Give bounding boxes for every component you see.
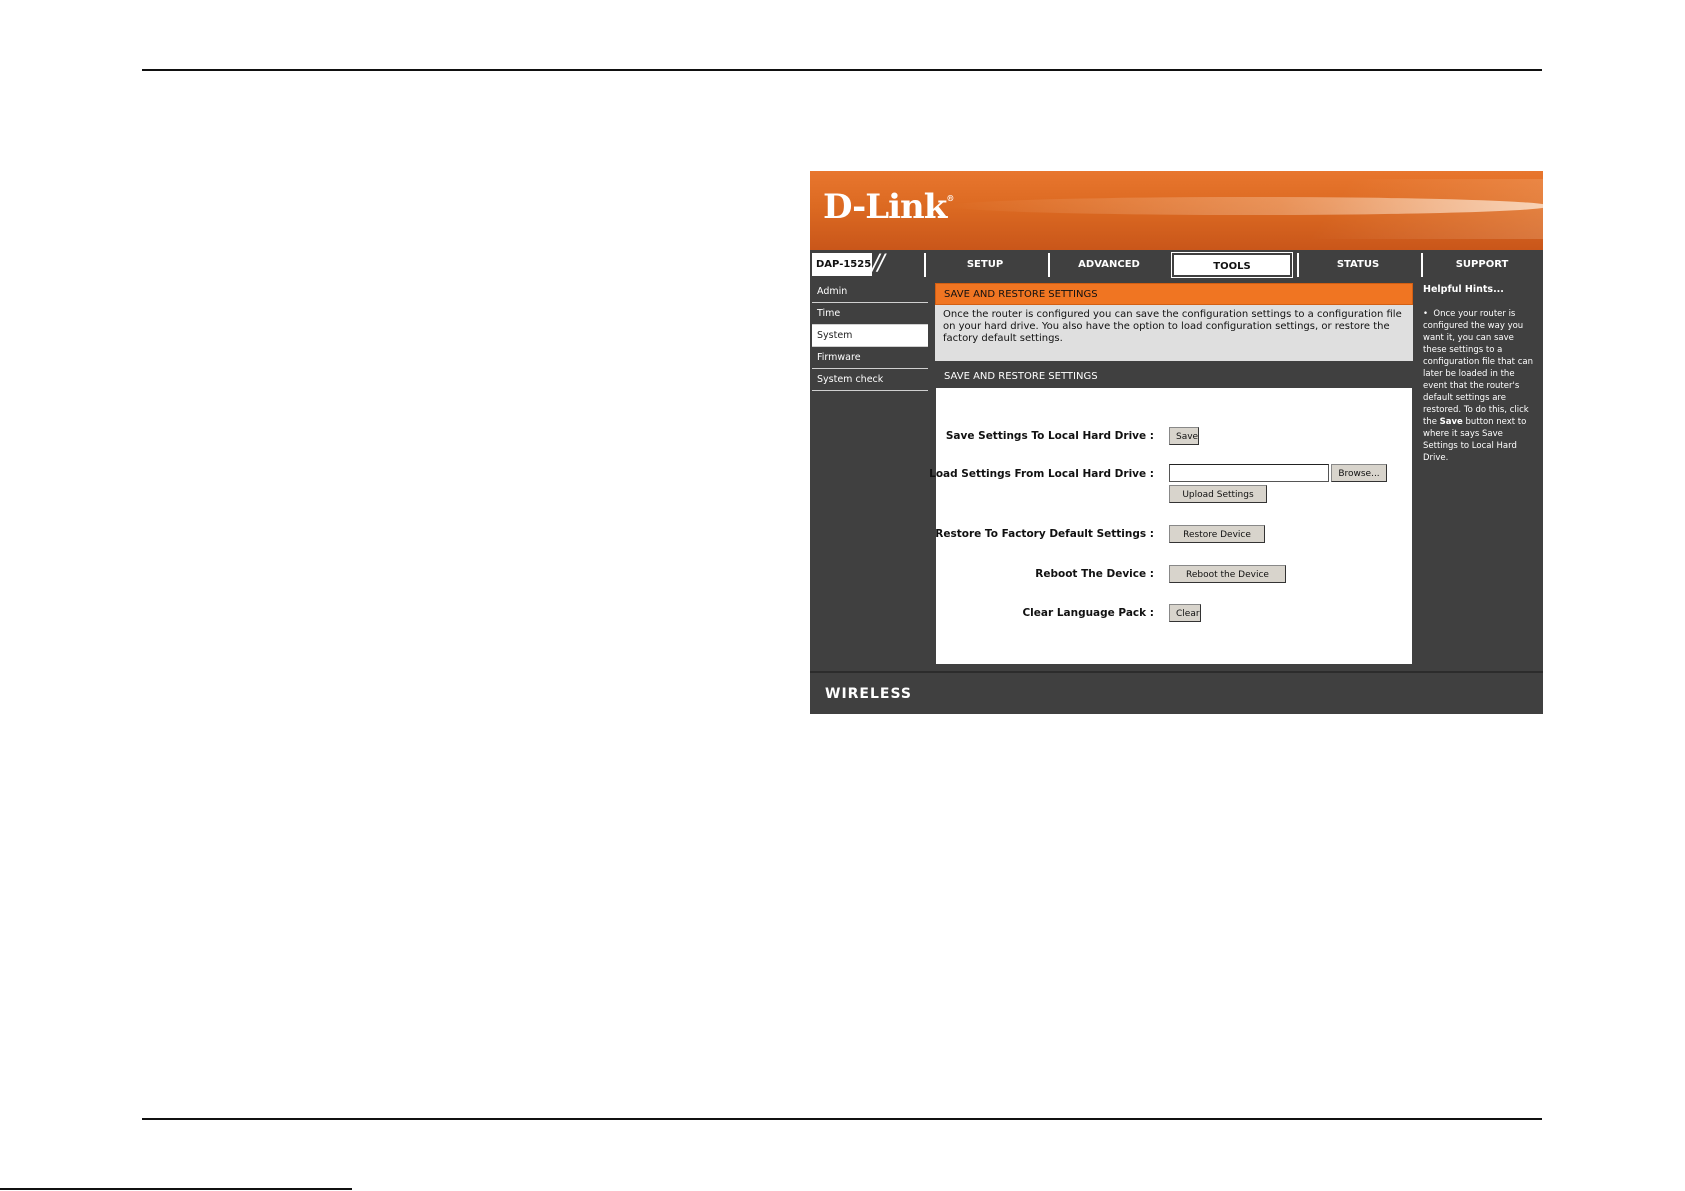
tab-setup[interactable]: SETUP [924,253,1044,277]
sidebar-item-firmware[interactable]: Firmware [812,347,928,369]
clear-button[interactable]: Clear [1169,604,1201,622]
hints-title: Helpful Hints... [1423,284,1504,295]
restore-label: Restore To Factory Default Settings : [935,528,1154,540]
sidebar-item-system[interactable]: System [812,325,928,347]
header-banner: D-Link® [810,171,1543,250]
nav-bar: DAP-1525 // SETUP ADVANCED TOOLS STATUS … [810,252,1543,278]
intro-panel: SAVE AND RESTORE SETTINGS Once the route… [935,283,1413,361]
clear-row: Clear Language Pack : Clear [936,603,1412,625]
restore-device-button[interactable]: Restore Device [1169,525,1265,543]
slash-decoration: // [872,251,885,276]
settings-panel: SAVE AND RESTORE SETTINGS Save Settings … [929,365,1413,665]
upload-row: Upload Settings [936,484,1412,506]
hints-emphasis: Save [1439,417,1463,427]
clear-label: Clear Language Pack : [1022,607,1154,619]
dlink-logo: D-Link® [823,187,954,227]
load-row: Load Settings From Local Hard Drive : Br… [929,464,1412,486]
banner-streak [950,197,1543,215]
wireless-logo: WIRELESS [825,686,913,702]
reboot-row: Reboot The Device : Reboot the Device [936,564,1412,586]
restore-row: Restore To Factory Default Settings : Re… [935,524,1412,546]
hints-text-before: Once your router is configured the way y… [1423,309,1533,427]
load-label: Load Settings From Local Hard Drive : [929,468,1154,480]
model-label: DAP-1525 [812,253,872,276]
hints-bullet: • [1423,309,1429,319]
sidebar-item-system-check[interactable]: System check [812,369,928,391]
sidebar-item-admin[interactable]: Admin [812,281,928,303]
tab-tools[interactable]: TOOLS [1171,252,1293,278]
hints-text: • Once your router is configured the way… [1420,298,1543,464]
upload-settings-button[interactable]: Upload Settings [1169,485,1267,503]
reboot-label: Reboot The Device : [1035,568,1154,580]
footer-bar: WIRELESS [810,671,1543,714]
intro-title: SAVE AND RESTORE SETTINGS [935,283,1413,305]
intro-text: Once the router is configured you can sa… [943,309,1402,344]
browse-button[interactable]: Browse... [1331,464,1387,482]
top-rule [142,69,1542,71]
save-label: Save Settings To Local Hard Drive : [945,430,1154,442]
helpful-hints: Helpful Hints... • Once your router is c… [1420,281,1543,668]
settings-title: SAVE AND RESTORE SETTINGS [936,366,1412,388]
tab-support[interactable]: SUPPORT [1421,253,1541,277]
sidebar: Admin Time System Firmware System check [812,281,928,668]
save-button[interactable]: Save [1169,427,1199,445]
main-content: SAVE AND RESTORE SETTINGS Once the route… [929,281,1417,668]
save-row: Save Settings To Local Hard Drive : Save [936,426,1412,448]
file-path-input[interactable] [1169,464,1329,482]
tab-advanced[interactable]: ADVANCED [1048,253,1168,277]
logo-text: D-Link [823,187,947,227]
reboot-device-button[interactable]: Reboot the Device [1169,565,1286,583]
logo-mark: ® [946,193,954,203]
bottom-rule [142,1118,1542,1120]
tab-status[interactable]: STATUS [1297,253,1417,277]
router-admin-screenshot: D-Link® DAP-1525 // SETUP ADVANCED TOOLS… [810,171,1543,714]
sidebar-item-time[interactable]: Time [812,303,928,325]
footer-underline [0,1188,352,1190]
